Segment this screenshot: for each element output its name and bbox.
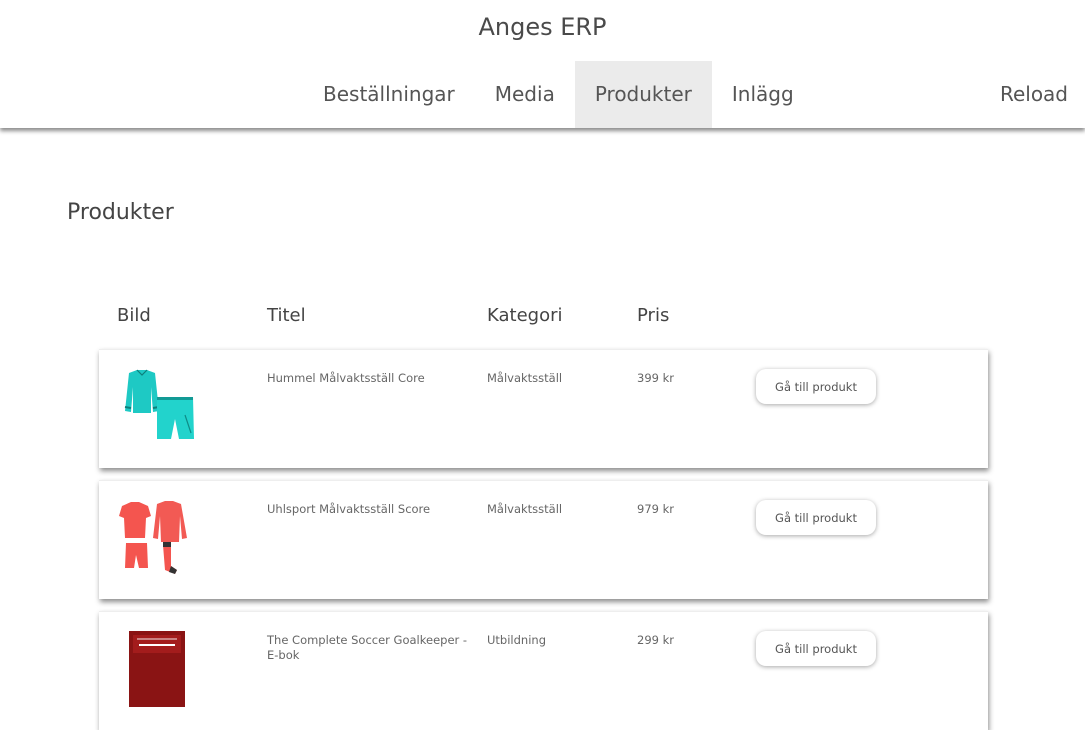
product-title: The Complete Soccer Goalkeeper - E-bok [267, 633, 468, 662]
product-title: Hummel Målvaktsställ Core [267, 371, 425, 385]
product-image-cyan-goalkeeper-kit [117, 367, 197, 447]
table-header: Bild Titel Kategori Pris [117, 305, 987, 331]
go-to-product-button[interactable]: Gå till produkt [756, 631, 876, 666]
app-title: Anges ERP [478, 13, 607, 41]
column-header-category: Kategori [487, 305, 563, 326]
go-to-product-button[interactable]: Gå till produkt [756, 500, 876, 535]
reload-link[interactable]: Reload [1000, 61, 1068, 128]
nav-item-bestallningar[interactable]: Beställningar [303, 61, 475, 128]
table-row: Uhlsport Målvaktsställ Score Målvaktsstä… [99, 480, 988, 599]
product-price: 299 kr [637, 633, 674, 647]
row-divider [99, 611, 988, 612]
app-header: Anges ERP Beställningar Media Produkter … [0, 0, 1085, 128]
table-row: The Complete Soccer Goalkeeper - E-bok U… [99, 611, 988, 730]
row-divider [99, 480, 988, 481]
nav-item-media[interactable]: Media [475, 61, 575, 128]
product-price: 979 kr [637, 502, 674, 516]
product-title: Uhlsport Målvaktsställ Score [267, 502, 431, 516]
column-header-image: Bild [117, 305, 151, 326]
main-nav: Beställningar Media Produkter Inlägg [303, 61, 814, 128]
product-category: Målvaktsställ [487, 502, 563, 516]
page-title: Produkter [67, 200, 174, 225]
nav-item-inlagg[interactable]: Inlägg [712, 61, 814, 128]
product-category: Utbildning [487, 633, 546, 647]
product-category: Målvaktsställ [487, 371, 563, 385]
nav-item-produkter[interactable]: Produkter [574, 61, 712, 128]
column-header-title: Titel [267, 305, 306, 326]
product-image-book-cover [117, 629, 197, 709]
product-image-coral-goalkeeper-kit [117, 498, 197, 578]
go-to-product-button[interactable]: Gå till produkt [756, 369, 876, 404]
table-row: Hummel Målvaktsställ Core Målvaktsställ … [99, 349, 988, 468]
row-divider [99, 349, 988, 350]
column-header-price: Pris [637, 305, 670, 326]
product-price: 399 kr [637, 371, 674, 385]
